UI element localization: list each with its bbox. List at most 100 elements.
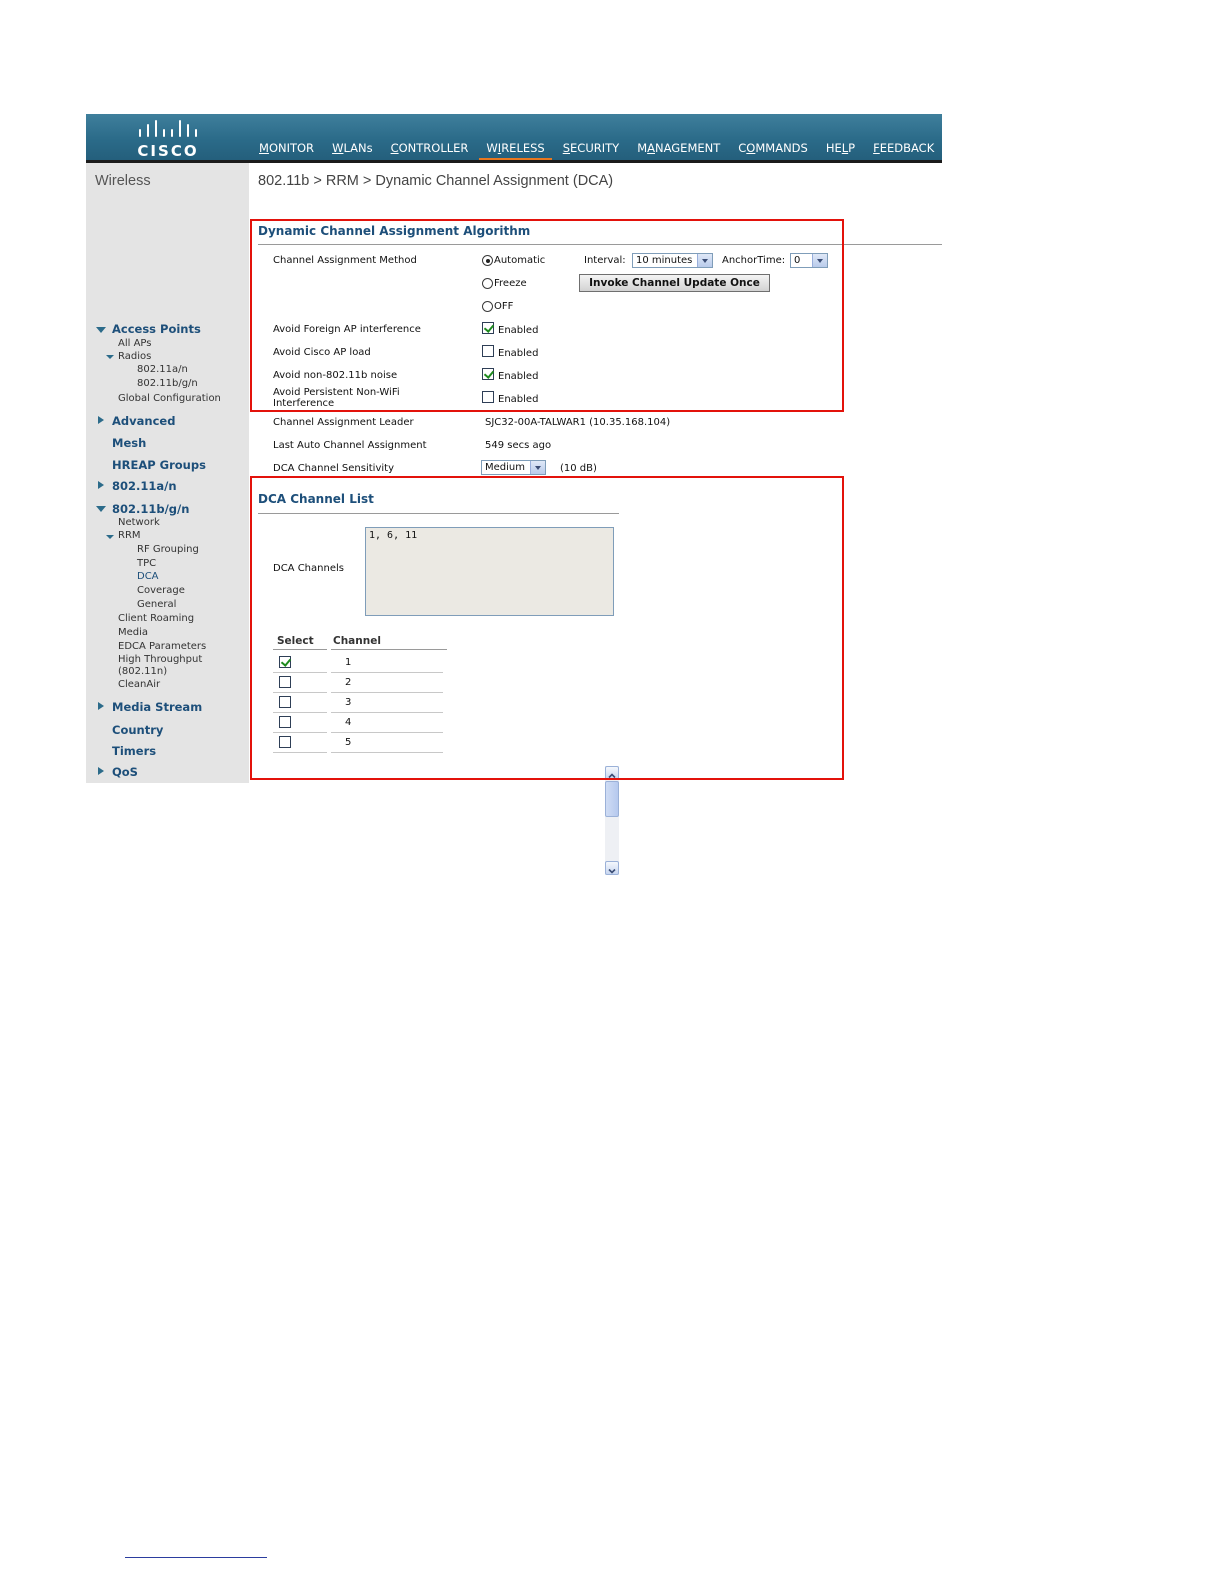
cisco-bars-icon (139, 120, 197, 137)
nav-item-4[interactable]: SECURITY (556, 141, 626, 161)
sidebar-item-qos[interactable]: QoS (112, 765, 138, 779)
page-title: 802.11b > RRM > Dynamic Channel Assignme… (258, 173, 614, 189)
nav-text-rest: MMANDS (755, 141, 808, 155)
row-divider (273, 672, 327, 673)
off-radio-label[interactable]: OFF (494, 301, 513, 312)
nav-text-accesskey: O (746, 141, 756, 155)
sidebar-item-timers[interactable]: Timers (112, 744, 156, 758)
sensitivity-select[interactable]: Medium (481, 460, 546, 475)
nav-text-pre: HE (825, 141, 842, 155)
freeze-radio-label[interactable]: Freeze (494, 278, 527, 289)
automatic-radio-label[interactable]: Automatic (494, 255, 545, 266)
off-radio[interactable] (482, 301, 493, 312)
nav-item-6[interactable]: COMMANDS (731, 141, 815, 161)
sidebar-item-coverage[interactable]: Coverage (137, 585, 185, 596)
chevron-down-icon (697, 254, 712, 267)
sidebar-item-advanced[interactable]: Advanced (112, 414, 175, 428)
non80211-enabled-label: Enabled (498, 371, 539, 382)
persistent-label: Avoid Persistent Non-WiFi Interference (273, 387, 400, 409)
scroll-up-icon[interactable] (605, 766, 619, 780)
row-divider (331, 732, 443, 733)
sidebar-item-rf-grouping[interactable]: RF Grouping (137, 544, 199, 555)
expand-advanced-icon[interactable] (98, 416, 104, 424)
sidebar-item-general[interactable]: General (137, 599, 176, 610)
cisco-load-checkbox[interactable] (482, 345, 494, 357)
nav-item-0[interactable]: MONITOR (252, 141, 321, 161)
algo-section-title: Dynamic Channel Assignment Algorithm (258, 224, 531, 238)
method-label: Channel Assignment Method (273, 255, 417, 266)
row-divider (273, 732, 327, 733)
dca-channels-textarea[interactable]: 1, 6, 11 (365, 527, 614, 616)
nav-item-2[interactable]: CONTROLLER (384, 141, 476, 161)
sidebar-item-mesh[interactable]: Mesh (112, 436, 146, 450)
sidebar-item-radios[interactable]: Radios (118, 351, 151, 362)
invoke-update-button[interactable]: Invoke Channel Update Once (579, 274, 770, 292)
persistent-enabled-label: Enabled (498, 394, 539, 405)
nav-item-5[interactable]: MANAGEMENT (630, 141, 727, 161)
last-auto-label: Last Auto Channel Assignment (273, 440, 427, 451)
interval-label: Interval: (584, 255, 626, 266)
sidebar-item-access-points[interactable]: Access Points (112, 322, 201, 336)
last-auto-value: 549 secs ago (485, 440, 552, 451)
sidebar-item-dca[interactable]: DCA (137, 571, 159, 582)
channel-checkbox[interactable] (279, 696, 291, 708)
channel-checkbox[interactable] (279, 736, 291, 748)
row-divider (273, 692, 327, 693)
sidebar-item-80211an[interactable]: 802.11a/n (112, 479, 177, 493)
sensitivity-select-value: Medium (485, 462, 525, 473)
sidebar-item-80211bgn[interactable]: 802.11b/g/n (112, 502, 189, 516)
expand-80211an-icon[interactable] (98, 481, 104, 489)
nav-item-8[interactable]: FEEDBACK (866, 141, 941, 161)
scroll-thumb[interactable] (605, 781, 619, 817)
scroll-down-icon[interactable] (605, 861, 619, 875)
sidebar-item-tpc[interactable]: TPC (137, 558, 156, 569)
expand-radios-icon[interactable] (106, 355, 114, 359)
channel-checkbox[interactable] (279, 716, 291, 728)
nav-item-7[interactable]: HELP (819, 141, 862, 161)
sidebar-item-high-throughput-sub[interactable]: (802.11n) (118, 666, 167, 677)
interval-select[interactable]: 10 minutes (632, 253, 713, 268)
header-underline-select (273, 649, 327, 650)
sidebar-item-high-throughput[interactable]: High Throughput (118, 654, 202, 665)
sidebar-item-client-roaming[interactable]: Client Roaming (118, 613, 194, 624)
channel-number: 3 (345, 697, 352, 708)
nav-item-1[interactable]: WLANs (325, 141, 380, 161)
sidebar-item-hreap[interactable]: HREAP Groups (112, 458, 206, 472)
sidebar-item-media-stream[interactable]: Media Stream (112, 700, 202, 714)
wlc-window: CISCO MONITOR WLANs CONTROLLER WIRELESS SECU… (86, 114, 945, 875)
nav-item-3[interactable]: WIRELESS (479, 141, 553, 162)
channel-scrollbar[interactable] (605, 766, 619, 875)
sidebar-item-global-config[interactable]: Global Configuration (118, 393, 221, 404)
sidebar-item-edca[interactable]: EDCA Parameters (118, 641, 206, 652)
expand-access-points-icon[interactable] (96, 327, 106, 333)
sidebar-item-rrm[interactable]: RRM (118, 530, 141, 541)
nav-text-pre: M (637, 141, 648, 155)
foreign-ap-checkbox[interactable] (482, 322, 494, 334)
sidebar-item-network[interactable]: Network (118, 517, 160, 528)
sidebar-item-radio-a[interactable]: 802.11a/n (137, 364, 188, 375)
collapse-80211bgn-icon[interactable] (96, 506, 106, 512)
sidebar-item-all-aps[interactable]: All APs (118, 338, 151, 349)
persistent-checkbox[interactable] (482, 391, 494, 403)
sidebar-item-radio-bg[interactable]: 802.11b/g/n (137, 378, 198, 389)
automatic-radio[interactable] (482, 255, 493, 266)
cisco-load-label: Avoid Cisco AP load (273, 347, 371, 358)
expand-qos-icon[interactable] (98, 767, 104, 775)
channel-checkbox[interactable] (279, 656, 291, 668)
freeze-radio[interactable] (482, 278, 493, 289)
nav-text-rest: ONTROLLER (398, 141, 469, 155)
sidebar-item-cleanair[interactable]: CleanAir (118, 679, 160, 690)
non80211-checkbox[interactable] (482, 368, 494, 380)
expand-media-stream-icon[interactable] (98, 702, 104, 710)
channel-number: 1 (345, 657, 352, 668)
sidebar-item-country[interactable]: Country (112, 723, 163, 737)
nav-text-rest: ONITOR (268, 141, 315, 155)
main-nav: MONITOR WLANs CONTROLLER WIRELESS SECURITY MA… (252, 141, 945, 162)
row-divider (273, 752, 327, 753)
main-content: 802.11b > RRM > Dynamic Channel Assignme… (249, 163, 942, 875)
channel-checkbox[interactable] (279, 676, 291, 688)
anchor-select[interactable]: 0 (790, 253, 828, 268)
sidebar-item-media[interactable]: Media (118, 627, 148, 638)
expand-rrm-icon[interactable] (106, 535, 114, 539)
nav-text-rest: RELESS (501, 141, 545, 155)
